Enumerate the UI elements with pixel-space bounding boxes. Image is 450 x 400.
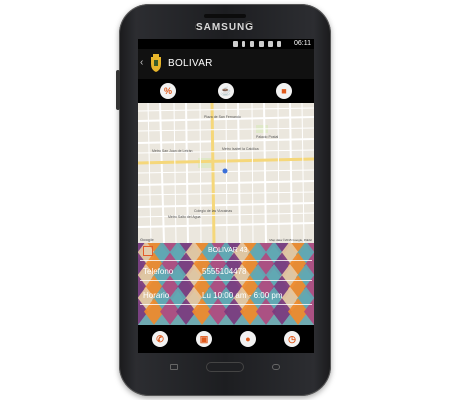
- phone-icon: ✆: [156, 333, 164, 344]
- map-view[interactable]: Metro San Juan de Letrán Metro Salto del…: [138, 103, 314, 243]
- divider: [140, 304, 312, 305]
- volume-key: [116, 70, 120, 110]
- map-label: Metro Isabel la Católica: [222, 147, 259, 151]
- drink-icon: ☕: [220, 85, 232, 96]
- place-row[interactable]: BOLIVAR 43: [138, 243, 314, 259]
- percent-icon: %: [163, 86, 172, 96]
- top-action-bar: % ☕ ■: [138, 79, 314, 103]
- map-label: Colegio de las Vizcainas: [194, 209, 233, 213]
- map-attribution: Map data ©2015 Google, INEGI: [269, 238, 312, 242]
- ball-button[interactable]: ●: [240, 331, 256, 347]
- clock-button[interactable]: ◷: [284, 331, 300, 347]
- hours-value: Lu 10:00 am - 6:00 pm: [202, 291, 283, 300]
- home-button[interactable]: [206, 362, 244, 372]
- chevron-left-icon[interactable]: ‹: [140, 57, 143, 68]
- hours-row: Horario Lu 10:00 am - 6:00 pm: [138, 289, 314, 303]
- wifi-icon: [259, 41, 264, 47]
- phone-value[interactable]: 5555104478: [202, 267, 247, 276]
- store-button[interactable]: ▣: [196, 331, 212, 347]
- ball-icon: ●: [245, 334, 251, 344]
- map-label: Metro Salto del Agua: [168, 215, 201, 219]
- place-name: BOLIVAR 43: [208, 247, 248, 254]
- back-key[interactable]: [272, 364, 280, 370]
- divider: [140, 280, 312, 281]
- screen: 06:11 ‹ BOLIVAR % ☕ ■ Metro San Juan de …: [138, 39, 314, 353]
- location-info-panel: BOLIVAR 43 Telefono 5555104478 Horario L…: [138, 243, 314, 325]
- location-icon: [233, 41, 238, 47]
- briefcase-icon: ▣: [199, 333, 209, 344]
- phone-label: Telefono: [143, 267, 174, 276]
- checkbox-icon[interactable]: [143, 246, 153, 256]
- clock-icon: ◷: [288, 333, 296, 344]
- vibrate-icon: [242, 41, 245, 47]
- crest-logo-icon[interactable]: [148, 54, 164, 74]
- promotions-button[interactable]: %: [160, 83, 176, 99]
- battery-icon: [277, 41, 281, 47]
- status-time: 06:11: [294, 40, 311, 47]
- earpiece-speaker: [204, 14, 246, 18]
- delivery-button[interactable]: ■: [276, 83, 292, 99]
- action-bar: ‹ BOLIVAR: [138, 49, 314, 79]
- bottom-action-bar: ✆ ▣ ● ◷: [138, 325, 314, 353]
- map-streets: [138, 103, 314, 243]
- map-label: Metro San Juan de Letrán: [152, 149, 193, 153]
- status-bar: 06:11: [138, 39, 314, 49]
- hours-label: Horario: [143, 291, 170, 300]
- menu-button[interactable]: ☕: [218, 83, 234, 99]
- recent-apps-key[interactable]: [170, 364, 178, 370]
- bluetooth-icon: [250, 41, 254, 47]
- call-button[interactable]: ✆: [152, 331, 168, 347]
- map-label: Plaza de San Fernando: [204, 115, 241, 119]
- signal-icon: [268, 41, 273, 47]
- device-brand: SAMSUNG: [195, 22, 255, 33]
- map-label: Palacio Postal: [256, 135, 279, 139]
- car-icon: ■: [281, 86, 287, 96]
- map-provider-logo: Google: [140, 237, 154, 242]
- app-title: BOLIVAR: [168, 58, 213, 69]
- divider: [140, 260, 312, 261]
- phone-row[interactable]: Telefono 5555104478: [138, 265, 314, 279]
